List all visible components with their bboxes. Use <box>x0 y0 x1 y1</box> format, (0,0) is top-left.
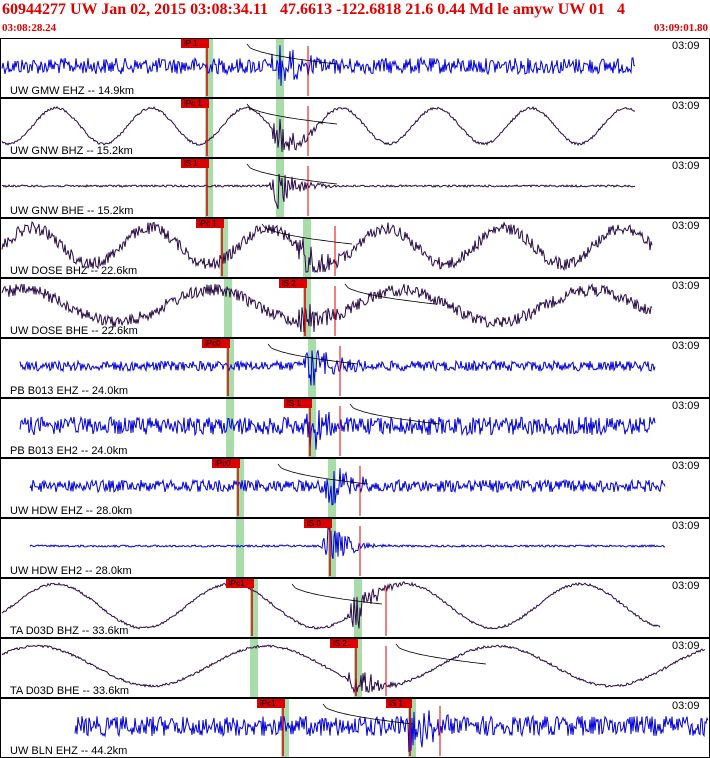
station-label: UW HDW EHZ -- 28.0km <box>10 505 132 517</box>
station-label: PB B013 EHZ -- 24.0km <box>10 385 128 397</box>
station-label: UW GMW EHZ -- 14.9km <box>10 85 134 97</box>
panel-time: 03:09 <box>672 280 700 292</box>
panel-time: 03:09 <box>672 340 700 352</box>
pick-label: iPc1 <box>229 579 245 588</box>
pick-label: iS 2 <box>282 279 296 288</box>
seismogram-panel[interactable]: iPc0 03:09 UW HDW EHZ -- 28.0km <box>0 458 710 518</box>
pick-label: iPc0 <box>215 459 231 468</box>
panel-time: 03:09 <box>672 220 700 232</box>
pick-label: iPc 1 <box>199 219 217 228</box>
station-label: UW GNW BHZ -- 15.2km <box>10 145 133 157</box>
seismogram-panel[interactable]: iS 0 03:09 UW HDW EH2 -- 28.0km <box>0 518 710 578</box>
seismogram-panel[interactable]: iS 2 03:09 TA D03D BHE -- 33.6km <box>0 638 710 698</box>
pick-label: iPc 1 <box>184 99 202 108</box>
event-header: 60944277 UW Jan 02, 2015 03:08:34.11 47.… <box>0 0 710 38</box>
seismogram-panel[interactable]: iS 1 03:09 UW GNW BHE -- 15.2km <box>0 158 710 218</box>
event-title: 60944277 UW Jan 02, 2015 03:08:34.11 47.… <box>2 1 625 18</box>
pick-label: iS 2 <box>333 639 347 648</box>
station-label: TA D03D BHE -- 33.6km <box>10 685 129 697</box>
seismogram-panel[interactable]: iPc0 03:09 PB B013 EHZ -- 24.0km <box>0 338 710 398</box>
s-window <box>303 219 311 277</box>
seismogram-panel[interactable]: iPc1 03:09 TA D03D BHZ -- 33.6km <box>0 578 710 638</box>
panel-time: 03:09 <box>672 520 700 532</box>
end-time: 03:09:01.80 <box>653 22 708 34</box>
seismogram-panel[interactable]: iS 1 03:09 PB B013 EH2 -- 24.0km <box>0 398 710 458</box>
seismogram-panel[interactable]: iS 2 03:09 UW DOSE BHE -- 22.6km <box>0 278 710 338</box>
station-label: TA D03D BHZ -- 33.6km <box>10 625 128 637</box>
station-label: UW GNW BHE -- 15.2km <box>10 205 133 217</box>
station-label: UW DOSE BHZ -- 22.6km <box>10 265 137 277</box>
panel-time: 03:09 <box>672 100 700 112</box>
station-label: UW DOSE BHE -- 22.6km <box>10 325 138 337</box>
pick-label: iS 1 <box>184 159 198 168</box>
seismogram-panel[interactable]: iPc 1 03:09 UW DOSE BHZ -- 22.6km <box>0 218 710 278</box>
start-time: 03:08:28.24 <box>2 22 57 34</box>
station-label: UW HDW EH2 -- 28.0km <box>10 565 132 577</box>
pick-label: iS 1 <box>287 399 301 408</box>
pick-label: iPc1 <box>260 699 276 708</box>
seismogram-panel[interactable]: iPc 1 03:09 UW GNW BHZ -- 15.2km <box>0 98 710 158</box>
panel-time: 03:09 <box>672 400 700 412</box>
panel-time: 03:09 <box>672 40 700 52</box>
pick-label: iPc0 <box>205 339 221 348</box>
seismogram-panel[interactable]: iPc1 03:09 UW BLN EHZ -- 44.2km <box>0 698 710 758</box>
seismogram-panels[interactable]: iP 1 03:09 UW GMW EHZ -- 14.9km iPc 1 03:09 U… <box>0 38 710 758</box>
station-label: UW BLN EHZ -- 44.2km <box>10 745 127 757</box>
pick-label: iS 0 <box>307 519 321 528</box>
pick-label: iP 1 <box>184 39 198 48</box>
panel-time: 03:09 <box>672 580 700 592</box>
seismogram-panel[interactable]: iP 1 03:09 UW GMW EHZ -- 14.9km <box>0 38 710 98</box>
station-label: PB B013 EH2 -- 24.0km <box>10 445 127 457</box>
pick-label: iS 1 <box>389 699 403 708</box>
seismogram-canvas[interactable]: iP 1 03:09 UW GMW EHZ -- 14.9km iPc 1 03:09 U… <box>0 38 710 758</box>
panel-time: 03:09 <box>672 640 700 652</box>
panel-time: 03:09 <box>672 460 700 472</box>
p-window <box>236 519 244 577</box>
panel-time: 03:09 <box>672 700 700 712</box>
panel-time: 03:09 <box>672 160 700 172</box>
